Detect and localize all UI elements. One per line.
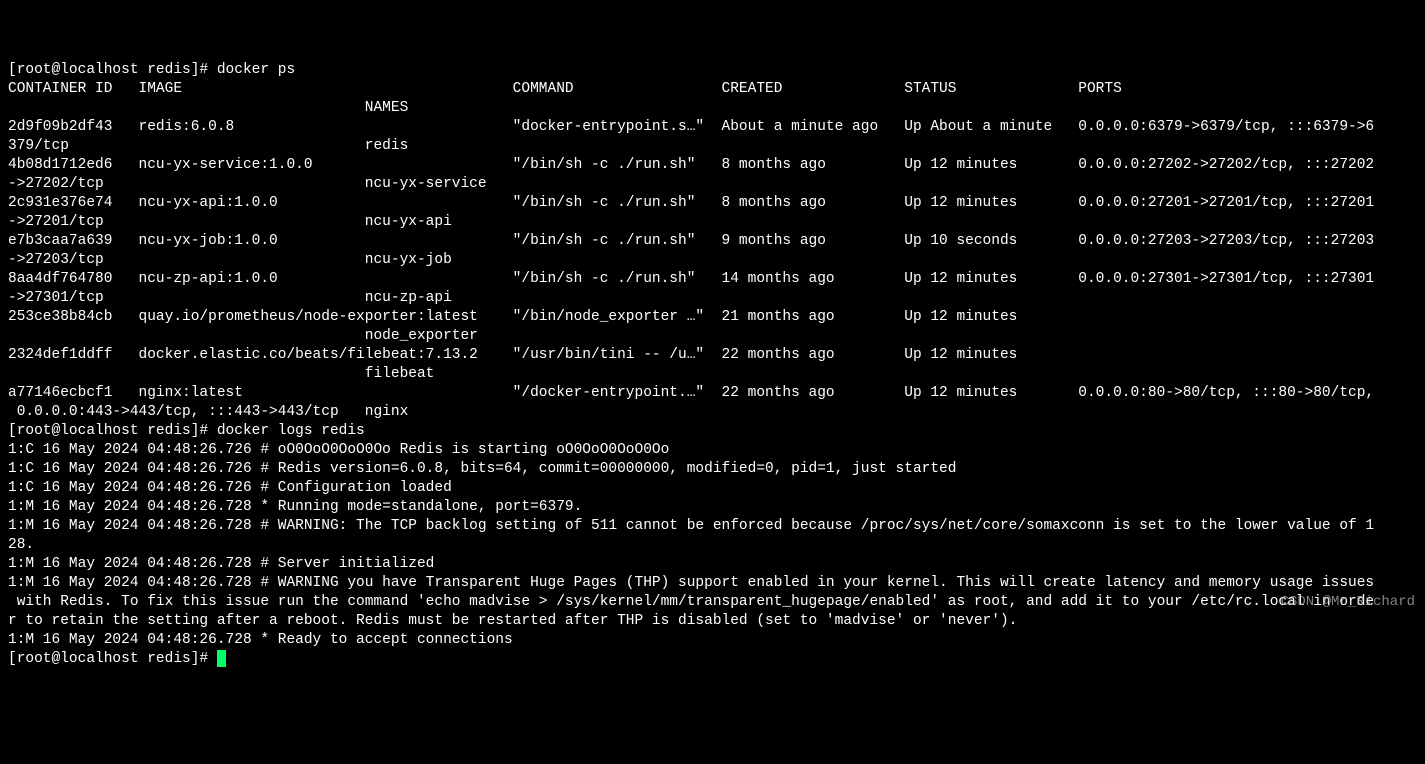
terminal-line: e7b3caa7a639 ncu-yx-job:1.0.0 "/bin/sh -… xyxy=(8,233,1374,249)
terminal-output: [root@localhost redis]# docker ps CONTAI… xyxy=(8,61,1417,669)
terminal-line: ->27201/tcp ncu-yx-api xyxy=(8,214,452,230)
watermark: CSDN @Mr_Richard xyxy=(1281,593,1415,612)
terminal-line: 1:M 16 May 2024 04:48:26.728 * Ready to … xyxy=(8,632,513,648)
terminal-line: ->27301/tcp ncu-zp-api xyxy=(8,290,452,306)
terminal-line: 1:C 16 May 2024 04:48:26.726 # Redis ver… xyxy=(8,461,956,477)
terminal-line: 2d9f09b2df43 redis:6.0.8 "docker-entrypo… xyxy=(8,119,1374,135)
terminal-line: CONTAINER ID IMAGE COMMAND CREATED STATU… xyxy=(8,81,1122,97)
terminal-line: ->27202/tcp ncu-yx-service xyxy=(8,176,487,192)
terminal-line: [root@localhost redis]# docker ps xyxy=(8,62,295,78)
terminal-line: 1:M 16 May 2024 04:48:26.728 # WARNING: … xyxy=(8,518,1374,534)
terminal-line: 1:M 16 May 2024 04:48:26.728 * Running m… xyxy=(8,499,582,515)
terminal-line: 8aa4df764780 ncu-zp-api:1.0.0 "/bin/sh -… xyxy=(8,271,1374,287)
terminal-line: 2324def1ddff docker.elastic.co/beats/fil… xyxy=(8,347,1017,363)
terminal-line: 2c931e376e74 ncu-yx-api:1.0.0 "/bin/sh -… xyxy=(8,195,1374,211)
terminal-line: filebeat xyxy=(8,366,434,382)
terminal-line: node_exporter xyxy=(8,328,478,344)
terminal-line: [root@localhost redis]# docker logs redi… xyxy=(8,423,365,439)
terminal-line: ->27203/tcp ncu-yx-job xyxy=(8,252,452,268)
terminal-line: 4b08d1712ed6 ncu-yx-service:1.0.0 "/bin/… xyxy=(8,157,1374,173)
terminal-line: with Redis. To fix this issue run the co… xyxy=(8,594,1374,610)
terminal-line: [root@localhost redis]# xyxy=(8,651,226,667)
terminal-line: 28. xyxy=(8,537,34,553)
terminal-line: 1:C 16 May 2024 04:48:26.726 # oO0OoO0Oo… xyxy=(8,442,669,458)
terminal-line: 1:M 16 May 2024 04:48:26.728 # Server in… xyxy=(8,556,434,572)
terminal-line: 1:C 16 May 2024 04:48:26.726 # Configura… xyxy=(8,480,452,496)
terminal-line: 379/tcp redis xyxy=(8,138,408,154)
terminal-line: 253ce38b84cb quay.io/prometheus/node-exp… xyxy=(8,309,1017,325)
terminal-line: r to retain the setting after a reboot. … xyxy=(8,613,1017,629)
terminal-line: 1:M 16 May 2024 04:48:26.728 # WARNING y… xyxy=(8,575,1374,591)
terminal-line: a77146ecbcf1 nginx:latest "/docker-entry… xyxy=(8,385,1374,401)
terminal-line: 0.0.0.0:443->443/tcp, :::443->443/tcp ng… xyxy=(8,404,408,420)
cursor xyxy=(217,650,226,667)
terminal-line: NAMES xyxy=(8,100,408,116)
